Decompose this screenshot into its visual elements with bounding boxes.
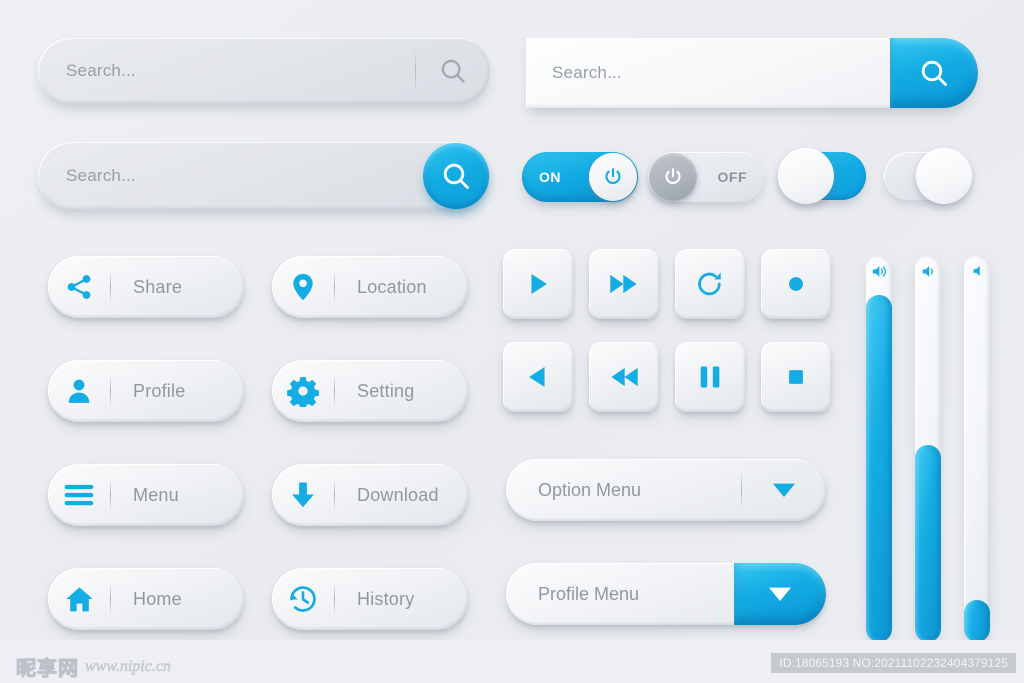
- user-icon-wrap: [48, 376, 110, 406]
- watermark-site-url: www.nipic.cn: [85, 657, 172, 675]
- history-clock-icon: [290, 586, 316, 612]
- speaker-low-icon-wrap: [964, 264, 990, 278]
- menu-label: Menu: [133, 484, 179, 505]
- search-bar-round-blue[interactable]: Search...: [38, 142, 490, 210]
- rewind-icon: [611, 367, 638, 387]
- download-button[interactable]: Download: [272, 464, 468, 526]
- search-bar-blue-end[interactable]: Search...: [526, 38, 978, 108]
- menu-button[interactable]: Menu: [48, 464, 244, 526]
- home-icon-wrap: [48, 584, 110, 615]
- volume-slider-fill: [964, 599, 990, 642]
- setting-label: Setting: [357, 380, 415, 401]
- search-input-placeholder[interactable]: Search...: [526, 63, 890, 83]
- location-label: Location: [357, 276, 427, 297]
- share-label: Share: [133, 276, 183, 297]
- refresh-button[interactable]: [675, 249, 745, 319]
- option-menu[interactable]: Option Menu: [506, 459, 826, 521]
- play-back-button[interactable]: [503, 342, 573, 412]
- share-icon-wrap: [48, 272, 110, 302]
- history-clock-icon-wrap: [272, 583, 334, 615]
- profile-menu[interactable]: Profile Menu: [506, 563, 826, 625]
- power-icon: [665, 168, 681, 184]
- record-dot-icon: [789, 277, 803, 291]
- share-icon: [67, 275, 91, 299]
- volume-slider-fill: [866, 294, 892, 642]
- search-input-placeholder[interactable]: Search...: [38, 166, 423, 186]
- search-icon: [921, 60, 947, 86]
- profile-button[interactable]: Profile: [48, 360, 244, 422]
- search-icon-wrap[interactable]: [416, 56, 490, 86]
- watermark-logo: 昵享网 www.nipic.cn: [16, 652, 172, 681]
- fast-forward-button[interactable]: [589, 249, 659, 319]
- speaker-high-icon: [872, 266, 886, 277]
- chevron-down-icon: [769, 587, 791, 601]
- profile-menu-label: Profile Menu: [538, 583, 640, 604]
- toggle-label-on: ON: [539, 169, 561, 185]
- play-button[interactable]: [503, 249, 573, 319]
- pause-icon: [700, 366, 720, 388]
- user-icon: [68, 379, 90, 403]
- option-menu-arrow-wrap[interactable]: [742, 481, 826, 499]
- home-label: Home: [133, 588, 182, 609]
- speaker-high-icon-wrap: [866, 264, 892, 279]
- play-left-icon: [529, 366, 545, 388]
- toggle-off[interactable]: OFF: [648, 152, 764, 202]
- history-button[interactable]: History: [272, 568, 468, 630]
- profile-menu-arrow-wrap[interactable]: [734, 563, 826, 625]
- search-icon: [441, 59, 465, 83]
- stop-button[interactable]: [761, 342, 831, 412]
- download-arrow-icon-wrap: [272, 480, 334, 510]
- search-submit-button[interactable]: [423, 143, 489, 209]
- download-label: Download: [357, 484, 439, 505]
- hamburger-icon-wrap: [48, 482, 110, 508]
- location-button[interactable]: Location: [272, 256, 468, 318]
- search-input-placeholder[interactable]: Search...: [38, 61, 415, 81]
- ui-kit-canvas: Search... Search... Search... ON OFF Sha…: [0, 0, 1024, 683]
- watermark-id: ID:18065193 NO:20211102232404379125: [771, 653, 1016, 673]
- toggle-label-off: OFF: [717, 169, 747, 185]
- pause-button[interactable]: [675, 342, 745, 412]
- map-pin-icon-wrap: [272, 272, 334, 302]
- history-label: History: [357, 588, 415, 609]
- toggle-gray-knob-right[interactable]: [884, 148, 972, 204]
- volume-slider-low[interactable]: [964, 256, 990, 642]
- hamburger-icon: [64, 484, 94, 506]
- search-bar-flat[interactable]: Search...: [38, 38, 490, 104]
- play-icon: [531, 273, 547, 295]
- home-icon: [65, 586, 93, 611]
- rewind-button[interactable]: [589, 342, 659, 412]
- map-pin-icon: [293, 273, 313, 301]
- toggle-knob[interactable]: [916, 148, 972, 204]
- record-button[interactable]: [761, 249, 831, 319]
- volume-slider-medium[interactable]: [915, 256, 941, 642]
- toggle-knob[interactable]: [778, 148, 834, 204]
- power-icon: [605, 168, 621, 184]
- volume-slider-high[interactable]: [866, 256, 892, 642]
- gear-icon: [287, 377, 319, 407]
- speaker-medium-icon-wrap: [915, 264, 941, 279]
- fast-forward-icon: [610, 274, 637, 294]
- watermark-site-name: 昵享网: [16, 656, 79, 681]
- home-button[interactable]: Home: [48, 568, 244, 630]
- search-submit-button[interactable]: [890, 38, 978, 108]
- chevron-down-icon: [773, 483, 795, 497]
- setting-button[interactable]: Setting: [272, 360, 468, 422]
- toggle-on[interactable]: ON: [522, 152, 638, 202]
- profile-label: Profile: [133, 380, 186, 401]
- toggle-knob[interactable]: [589, 153, 637, 201]
- volume-slider-fill: [915, 445, 941, 642]
- gear-icon-wrap: [272, 375, 334, 407]
- refresh-icon: [698, 272, 721, 296]
- share-button[interactable]: Share: [48, 256, 244, 318]
- stop-square-icon: [789, 370, 803, 384]
- speaker-low-icon: [973, 266, 980, 276]
- toggle-knob[interactable]: [649, 153, 697, 201]
- option-menu-label: Option Menu: [538, 479, 642, 500]
- toggle-blue-knob-left[interactable]: [778, 148, 866, 204]
- search-icon: [443, 163, 469, 189]
- speaker-medium-icon: [922, 266, 933, 277]
- download-arrow-icon: [292, 482, 314, 508]
